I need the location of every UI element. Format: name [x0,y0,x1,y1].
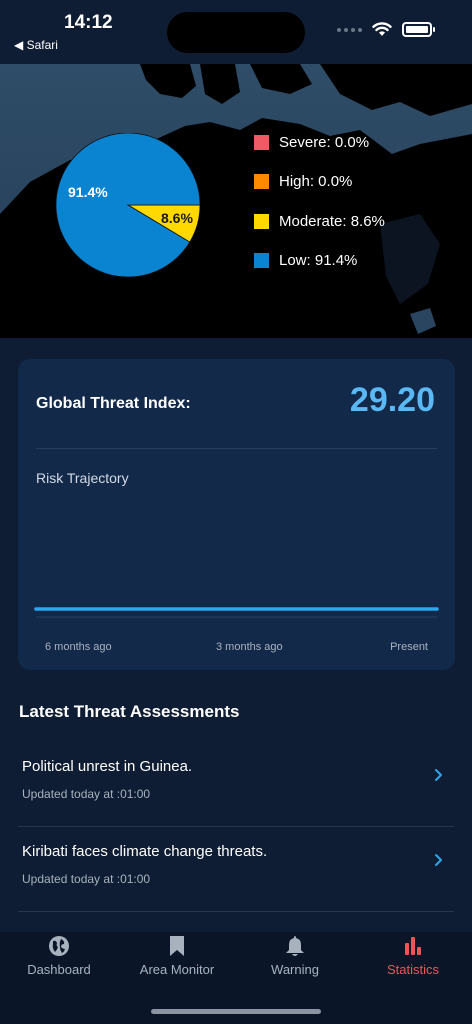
x-label-present: Present [390,641,428,653]
risk-trajectory-chart [34,607,439,618]
signal-icon [337,27,362,32]
pie-label-moderate: 8.6% [161,210,193,226]
wifi-icon [372,22,392,36]
status-time: 14:12 [64,12,113,33]
legend-text-moderate: Moderate: 8.6% [279,212,385,230]
assessment-headline: Political unrest in Guinea. [22,758,193,775]
assessment-headline: Kiribati faces climate change threats. [22,843,268,860]
tab-area-monitor[interactable]: Area Monitor [118,932,236,992]
tab-label: Dashboard [27,962,91,977]
x-label-3-months: 3 months ago [216,641,283,653]
tab-label: Statistics [386,962,439,977]
screen: 14:12 ◀ Safari 91.4% 8.6% Severe: 0.0% H… [0,0,472,1024]
assessment-updated: Updated today at :01:00 [22,872,151,886]
bell-icon [286,936,304,956]
latest-assessments-title: Latest Threat Assessments [19,702,240,721]
tab-statistics[interactable]: Statistics [354,932,472,992]
pie-slice-low [55,132,201,278]
pie-label-low: 91.4% [68,184,108,200]
legend-text-low: Low: 91.4% [279,252,358,269]
tab-warning[interactable]: Warning [236,932,354,992]
chevron-right-icon [435,769,442,781]
threat-map-panel: 91.4% 8.6% Severe: 0.0% High: 0.0% Moder… [0,64,472,338]
threat-level-pie-chart: 91.4% 8.6% [55,132,201,278]
legend-item-moderate: Moderate: 8.6% [254,211,385,231]
legend-swatch-moderate [254,213,269,229]
battery-icon [402,22,435,37]
tab-label: Warning [271,962,319,977]
legend-swatch-severe [254,134,269,150]
pie-legend: Severe: 0.0% High: 0.0% Moderate: 8.6% L… [254,132,385,290]
legend-item-high: High: 0.0% [254,172,385,192]
risk-trajectory-title: Risk Trajectory [36,470,129,486]
status-bar: 14:12 ◀ Safari [0,0,472,64]
bar-chart-icon [405,937,421,955]
legend-swatch-low [254,253,269,268]
threat-index-value: 29.20 [349,381,435,419]
globe-icon [49,936,69,956]
tab-label: Area Monitor [139,962,215,977]
pie-chart-svg [55,132,201,278]
status-icons [337,22,435,37]
back-to-safari-link[interactable]: ◀ Safari [14,38,58,52]
assessment-updated: Updated today at :01:00 [22,787,151,801]
card-divider [36,448,437,449]
legend-item-severe: Severe: 0.0% [254,132,385,152]
global-threat-index-card: Global Threat Index: 29.20 Risk Trajecto… [18,359,455,670]
home-indicator[interactable] [151,1009,321,1014]
legend-text-severe: Severe: 0.0% [279,133,370,151]
assessment-item[interactable]: Political unrest in Guinea. Updated toda… [18,742,454,827]
dynamic-island [167,12,305,53]
legend-item-low: Low: 91.4% [254,251,385,271]
threat-index-title: Global Threat Index: [36,395,191,412]
tab-dashboard[interactable]: Dashboard [0,932,118,992]
assessment-item[interactable]: Kiribati faces climate change threats. U… [18,827,454,912]
x-label-6-months: 6 months ago [45,641,112,653]
chevron-right-icon [435,854,442,866]
legend-text-high: High: 0.0% [279,173,353,190]
bookmark-icon [170,936,184,956]
legend-swatch-high [254,174,269,189]
